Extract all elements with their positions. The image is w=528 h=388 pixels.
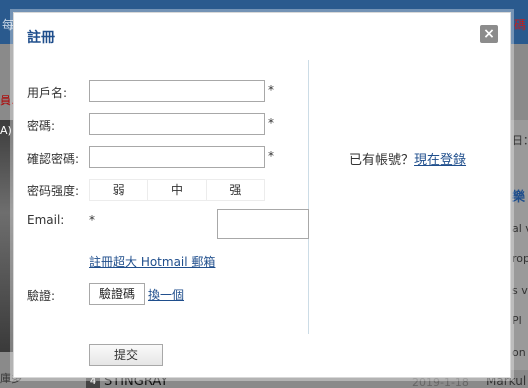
username-input[interactable] — [89, 80, 265, 102]
login-prompt: 已有帳號？現在登錄 — [349, 149, 466, 168]
strength-weak: 弱 — [90, 180, 149, 200]
password-input[interactable] — [89, 113, 265, 135]
background-right-text: 日： — [512, 134, 528, 147]
background-photo-label: A) — [0, 124, 12, 137]
dialog-title: 註冊 — [27, 30, 55, 46]
submit-button[interactable]: 提交 — [89, 344, 163, 366]
login-prompt-text: 已有帳號？ — [349, 153, 415, 168]
username-label: 用戶名: — [27, 86, 68, 100]
password-strength-meter: 弱 中 强 — [89, 179, 265, 201]
confirm-password-input[interactable] — [89, 146, 265, 168]
background-right-text: al v — [512, 222, 528, 235]
background-header-red-text: 碼 — [513, 18, 526, 32]
login-link[interactable]: 現在登錄 — [414, 153, 466, 168]
captcha-label: 驗證: — [27, 289, 56, 303]
confirm-password-label: 確認密碼: — [27, 152, 80, 166]
required-mark: * — [268, 149, 274, 163]
background-right-text: s v — [512, 284, 528, 297]
password-strength-label: 密码强度: — [27, 184, 80, 198]
email-label: Email: — [27, 213, 65, 227]
background-photo — [0, 120, 13, 352]
required-mark: * — [268, 116, 274, 130]
required-mark: * — [268, 83, 274, 97]
close-icon[interactable]: × — [480, 25, 498, 43]
background-right-text: 樂 — [512, 190, 526, 205]
captcha-image[interactable]: 驗證碼 — [89, 283, 145, 305]
refresh-captcha-link[interactable]: 換一個 — [148, 286, 184, 303]
required-mark: * — [89, 213, 95, 227]
background-right-text: on — [512, 346, 526, 359]
password-label: 密碼: — [27, 119, 56, 133]
hotmail-signup-link[interactable]: 註冊超大 Hotmail 郵箱 — [89, 253, 215, 270]
register-dialog: 註冊 × 用戶名: * 密碼: * 確認密碼: * 密码强度: 弱 中 强 Em… — [13, 12, 511, 378]
strength-strong: 强 — [229, 183, 242, 197]
strength-medium: 中 — [148, 180, 207, 200]
background-right-text: Pl — [512, 314, 522, 327]
column-divider — [308, 60, 309, 334]
background-right-column — [510, 120, 528, 370]
email-input[interactable] — [217, 209, 309, 239]
background-right-text: rop — [512, 252, 528, 265]
